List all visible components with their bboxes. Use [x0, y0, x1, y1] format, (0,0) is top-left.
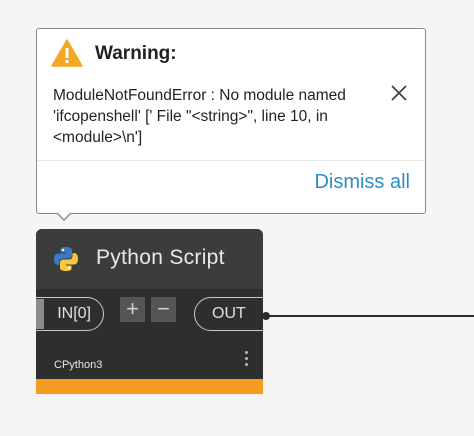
- connection-wire[interactable]: [268, 315, 474, 317]
- python-script-node[interactable]: Python Script IN[0] + − OUT CPython3: [36, 229, 263, 394]
- warning-title: Warning:: [95, 43, 177, 64]
- add-input-button[interactable]: +: [120, 297, 145, 322]
- more-vertical-icon[interactable]: [243, 351, 249, 371]
- output-port[interactable]: OUT: [194, 297, 263, 331]
- remove-input-button[interactable]: −: [151, 297, 176, 322]
- warning-pointer-fill: [57, 212, 71, 219]
- warning-popup: Warning: ModuleNotFoundError : No module…: [36, 28, 426, 214]
- warning-message: ModuleNotFoundError : No module named 'i…: [53, 87, 346, 146]
- node-body: IN[0] + − OUT CPython3: [36, 289, 263, 379]
- engine-label: CPython3: [54, 359, 103, 371]
- warning-triangle-icon: [51, 39, 83, 67]
- python-icon: [54, 247, 78, 271]
- node-title: Python Script: [96, 246, 225, 269]
- input-port[interactable]: IN[0]: [36, 297, 104, 331]
- close-icon[interactable]: [389, 83, 409, 103]
- node-header[interactable]: Python Script: [36, 229, 263, 289]
- dismiss-all-button[interactable]: Dismiss all: [314, 171, 410, 194]
- divider: [37, 160, 425, 161]
- node-state-bar: [36, 379, 263, 394]
